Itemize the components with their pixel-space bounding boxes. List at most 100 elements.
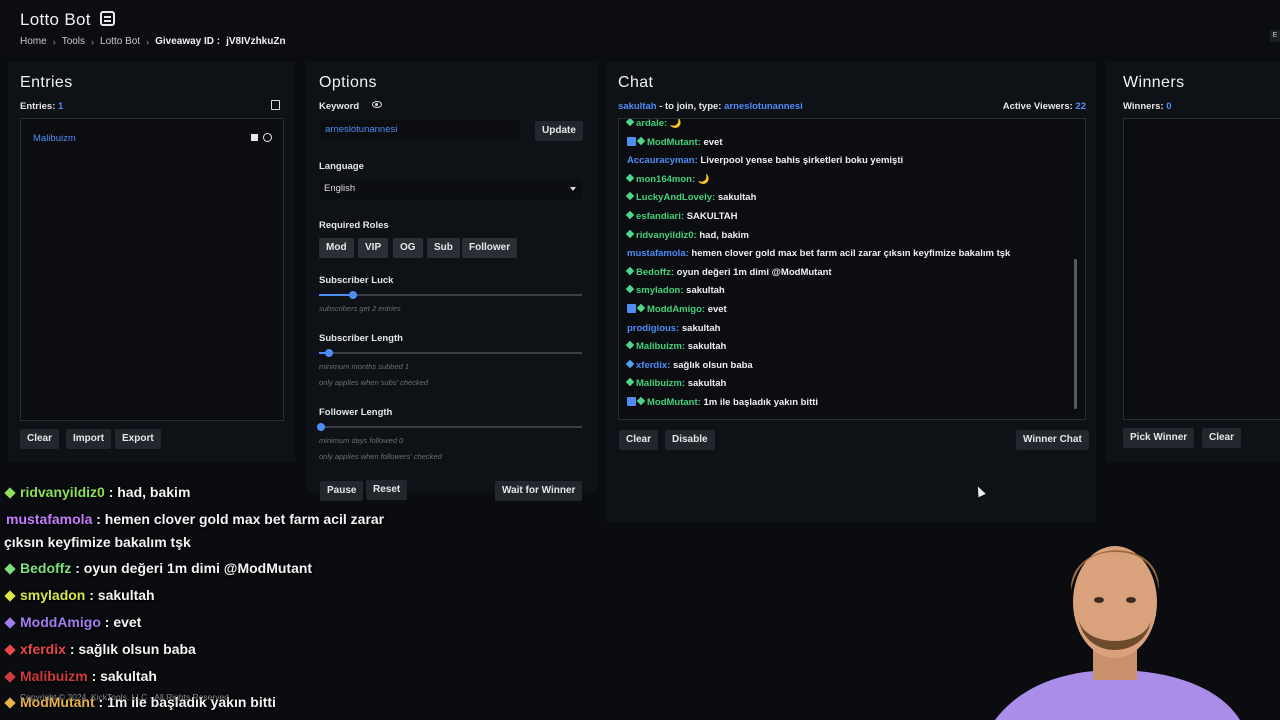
overlay-badge-icon <box>4 487 16 499</box>
left-eye <box>1094 597 1104 603</box>
corner-badge[interactable]: E <box>1270 30 1280 42</box>
chat-username[interactable]: mustafamola: <box>627 248 689 259</box>
chat-message: mon164mon: 🌙 <box>625 173 710 185</box>
winner-chat-button[interactable]: Winner Chat <box>1016 430 1089 450</box>
chat-text: hemen clover gold max bet farm acil zara… <box>691 248 1011 260</box>
breadcrumb-tools[interactable]: Tools <box>62 36 85 47</box>
copy-icon[interactable] <box>271 100 280 110</box>
chat-message: ridvanyildiz0: had, bakim <box>625 229 749 241</box>
entry-item[interactable]: Malibuizm <box>33 133 76 144</box>
chat-username[interactable]: ModdAmigo: <box>647 304 705 315</box>
breadcrumb-home[interactable]: Home <box>20 36 47 47</box>
overlay-username: mustafamola <box>6 511 93 527</box>
options-panel: Options Keyword arneslotunannesi Update … <box>307 62 597 501</box>
top-bar: Lotto Bot Home › Tools › Lotto Bot › Giv… <box>0 0 1280 56</box>
chat-message: LuckyAndLovely: sakultah <box>625 192 756 203</box>
chat-message: ardale: 🌙 <box>625 119 682 129</box>
overlay-badge-icon <box>4 644 16 656</box>
entry-stop-icon[interactable] <box>251 134 258 141</box>
chat-panel: Chat sakultah - to join, type: arneslotu… <box>606 62 1096 522</box>
right-eye <box>1126 597 1136 603</box>
chat-username[interactable]: ridvanyildiz0: <box>636 230 697 241</box>
language-value: English <box>324 183 356 194</box>
follower-length-label: Follower Length <box>319 407 393 418</box>
language-select[interactable]: English <box>319 179 582 199</box>
chat-clear-button[interactable]: Clear <box>619 430 659 450</box>
entries-title: Entries <box>20 74 73 91</box>
entries-import-button[interactable]: Import <box>66 429 112 449</box>
chat-username[interactable]: ardale: <box>636 119 667 129</box>
chat-username[interactable]: prodigious: <box>627 323 679 334</box>
update-button[interactable]: Update <box>535 121 583 141</box>
chat-join-text: - to join, type: <box>659 101 722 112</box>
giveaway-id: jV8IVzhkuZn <box>226 36 286 47</box>
subscriber-luck-slider[interactable] <box>319 291 582 299</box>
gem-badge-icon <box>625 173 635 183</box>
overlay-username: Bedoffz <box>20 560 72 576</box>
entries-clear-button[interactable]: Clear <box>20 429 60 449</box>
gem-badge-icon <box>625 340 635 350</box>
winners-list <box>1123 118 1280 420</box>
subscriber-length-slider[interactable] <box>319 349 582 357</box>
gem-badge-icon <box>625 266 635 276</box>
chat-username[interactable]: smyladon: <box>636 285 684 296</box>
chat-scrollbar[interactable] <box>1074 259 1077 409</box>
role-vip-toggle[interactable]: VIP <box>358 238 389 258</box>
gem-badge-icon <box>625 119 635 127</box>
overlay-username: ModdAmigo <box>20 614 101 630</box>
slider-thumb[interactable] <box>348 291 357 299</box>
overlay-badge-icon <box>4 671 16 683</box>
slider-thumb[interactable] <box>317 423 325 431</box>
chat-text: oyun değeri 1m dimi @ModMutant <box>676 266 832 278</box>
overlay-chat-line: Bedoffz : oyun değeri 1m dimi @ModMutant <box>4 560 312 576</box>
keyword-input[interactable]: arneslotunannesi <box>319 119 519 141</box>
active-viewers-count: 22 <box>1075 101 1086 112</box>
chat-username[interactable]: xferdix: <box>636 360 670 371</box>
slider-thumb[interactable] <box>324 349 333 357</box>
breadcrumb-lotto-bot[interactable]: Lotto Bot <box>100 36 140 47</box>
entries-count-label: Entries: <box>20 101 56 112</box>
eye-icon[interactable] <box>372 101 382 108</box>
chat-message: ModMutant: 1m ile başladık yakın bitti <box>627 396 818 408</box>
chat-username[interactable]: Bedoffz: <box>636 267 674 278</box>
active-viewers: Active Viewers: 22 <box>1003 101 1086 112</box>
follower-length-slider[interactable] <box>317 423 582 431</box>
chat-username[interactable]: Malibuizm: <box>636 378 685 389</box>
chat-text: sakultah <box>686 285 725 297</box>
entries-export-button[interactable]: Export <box>115 429 161 449</box>
role-og-toggle[interactable]: OG <box>393 238 423 258</box>
overlay-chat-line: ModdAmigo : evet <box>4 614 142 630</box>
chat-disable-button[interactable]: Disable <box>665 430 715 450</box>
overlay-text: : sakultah <box>91 668 157 684</box>
overlay-username: xferdix <box>20 641 66 657</box>
role-follower-toggle[interactable]: Follower <box>462 238 518 258</box>
gem-badge-icon <box>625 229 635 238</box>
chat-text: evet <box>707 304 727 315</box>
app-title: Lotto Bot <box>20 10 91 29</box>
subscriber-luck-hint: subscribers get 2 entries <box>319 304 401 313</box>
entries-count-row: Entries: 1 <box>20 101 63 112</box>
chat-username[interactable]: Accauracyman: <box>627 155 698 166</box>
overlay-chat-line: xferdix : sağlık olsun baba <box>4 641 196 657</box>
chat-username[interactable]: mon164mon: <box>636 174 695 185</box>
chat-username[interactable]: ModMutant: <box>647 397 701 408</box>
chat-username[interactable]: Malibuizm: <box>636 341 685 352</box>
chat-username[interactable]: esfandiari: <box>636 211 684 222</box>
pick-winner-button[interactable]: Pick Winner <box>1123 428 1195 448</box>
overlay-chat-line: mustafamola : hemen clover gold max bet … <box>6 511 384 527</box>
entries-panel: Entries Entries: 1 Malibuizm Clear Impor… <box>8 62 295 462</box>
role-sub-toggle[interactable]: Sub <box>427 238 460 258</box>
role-mod-toggle[interactable]: Mod <box>319 238 354 258</box>
streamer-webcam <box>995 546 1240 720</box>
winners-clear-button[interactable]: Clear <box>1202 428 1242 448</box>
chat-log[interactable]: ardale: 🌙 ModMutant: evet Accauracyman: Li… <box>618 118 1086 420</box>
entry-ban-icon[interactable] <box>263 133 272 142</box>
overlay-text: : evet <box>104 614 142 630</box>
chat-message: xferdix: sağlık olsun baba <box>625 359 753 371</box>
overlay-text: : sakultah <box>89 587 155 603</box>
copyright: Copyright © 2024, KickTools, LLC - All R… <box>20 692 229 702</box>
chat-username[interactable]: LuckyAndLovely: <box>636 192 715 203</box>
wait-for-winner-button[interactable]: Wait for Winner <box>495 481 583 501</box>
chat-username[interactable]: ModMutant: <box>647 137 701 148</box>
gem-badge-icon <box>636 303 646 313</box>
